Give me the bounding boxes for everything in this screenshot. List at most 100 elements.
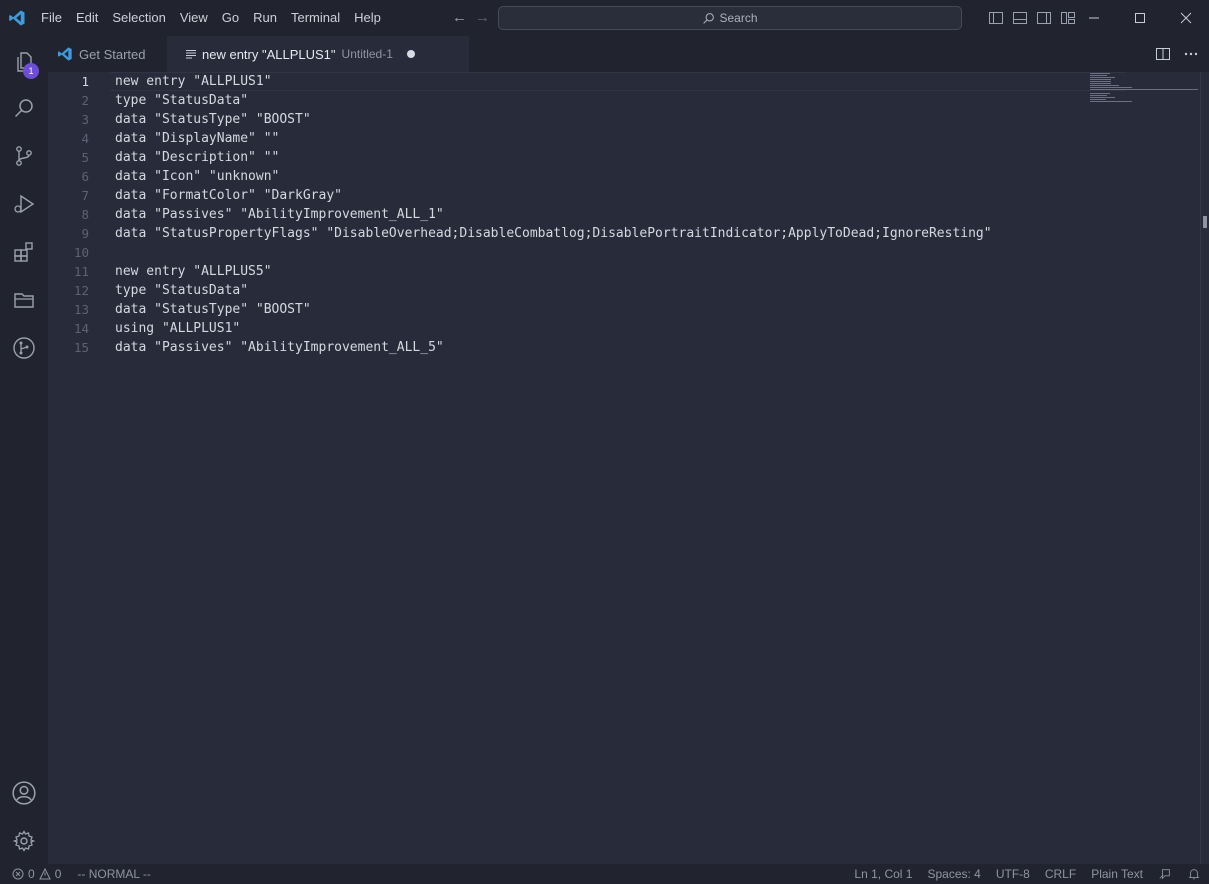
line-text[interactable]: data "Icon" "unknown" <box>115 167 279 186</box>
code-line[interactable]: 7 data "FormatColor" "DarkGray" <box>48 186 992 205</box>
end-of-line[interactable]: CRLF <box>1045 867 1076 881</box>
line-text[interactable]: type "StatusData" <box>115 91 248 110</box>
editor-actions <box>1155 46 1199 62</box>
line-number: 3 <box>81 112 89 127</box>
activity-bar: 1 <box>0 36 48 864</box>
line-text[interactable]: data "Description" "" <box>115 148 279 167</box>
line-text[interactable]: data "StatusType" "BOOST" <box>115 300 311 319</box>
toggle-primary-sidebar-icon[interactable] <box>988 10 1004 26</box>
maximize-button[interactable] <box>1117 0 1163 36</box>
line-number: 7 <box>81 188 89 203</box>
language-mode[interactable]: Plain Text <box>1091 867 1143 881</box>
line-number: 9 <box>81 226 89 241</box>
command-center-search[interactable]: Search <box>498 6 962 30</box>
line-text[interactable]: using "ALLPLUS1" <box>115 319 240 338</box>
line-number: 6 <box>81 169 89 184</box>
close-window-button[interactable] <box>1163 0 1209 36</box>
code-line[interactable]: 8 data "Passives" "AbilityImprovement_ALL… <box>48 205 992 224</box>
line-text[interactable]: data "StatusType" "BOOST" <box>115 110 311 129</box>
line-text[interactable]: new entry "ALLPLUS1" <box>115 72 272 91</box>
git-graph-button[interactable] <box>0 324 48 372</box>
line-text[interactable]: data "Passives" "AbilityImprovement_ALL_… <box>115 205 444 224</box>
code-line[interactable]: 4 data "DisplayName" "" <box>48 129 992 148</box>
encoding[interactable]: UTF-8 <box>996 867 1030 881</box>
menu-go[interactable]: Go <box>215 0 246 36</box>
line-text[interactable]: data "Passives" "AbilityImprovement_ALL_… <box>115 338 444 357</box>
feedback-icon[interactable] <box>1158 867 1172 881</box>
code-line[interactable]: 9 data "StatusPropertyFlags" "DisableOver… <box>48 224 992 243</box>
error-count[interactable]: 0 <box>28 867 35 881</box>
menu-edit[interactable]: Edit <box>69 0 105 36</box>
code-line[interactable]: 13 data "StatusType" "BOOST" <box>48 300 992 319</box>
line-text[interactable]: data "DisplayName" "" <box>115 129 279 148</box>
code-line[interactable]: 12 type "StatusData" <box>48 281 992 300</box>
minimap-line <box>1090 99 1106 100</box>
code-line[interactable]: 1 new entry "ALLPLUS1" <box>48 72 992 91</box>
code-line[interactable]: 6 data "Icon" "unknown" <box>48 167 992 186</box>
split-editor-icon[interactable] <box>1155 46 1171 62</box>
error-icon[interactable] <box>12 868 24 880</box>
line-number: 13 <box>73 302 89 317</box>
text-file-icon <box>186 50 196 59</box>
menu-view[interactable]: View <box>173 0 215 36</box>
minimize-button[interactable] <box>1071 0 1117 36</box>
line-number: 5 <box>81 150 89 165</box>
accounts-button[interactable] <box>0 769 48 817</box>
search-icon <box>14 99 33 118</box>
vertical-scrollbar[interactable] <box>1200 72 1209 864</box>
menu-file[interactable]: File <box>34 0 69 36</box>
toggle-secondary-sidebar-icon[interactable] <box>1036 10 1052 26</box>
line-number: 15 <box>73 340 89 355</box>
indentation[interactable]: Spaces: 4 <box>927 867 980 881</box>
warning-count[interactable]: 0 <box>55 867 62 881</box>
folder-view-button[interactable] <box>0 276 48 324</box>
search-view-button[interactable] <box>0 84 48 132</box>
tab-untitled-1[interactable]: new entry "ALLPLUS1" Untitled-1 <box>167 36 469 72</box>
navigation-arrows: ← → <box>452 10 490 26</box>
line-text[interactable]: new entry "ALLPLUS5" <box>115 262 272 281</box>
minimap-line <box>1090 81 1111 82</box>
notifications-bell-icon[interactable] <box>1187 867 1201 881</box>
menu-terminal[interactable]: Terminal <box>284 0 347 36</box>
arrow-left-icon[interactable]: ← <box>452 10 467 26</box>
menu-selection[interactable]: Selection <box>105 0 172 36</box>
minimap[interactable] <box>1088 72 1200 112</box>
layout-controls <box>988 10 1076 26</box>
minimap-line <box>1090 73 1110 74</box>
menu-help[interactable]: Help <box>347 0 388 36</box>
explorer-badge: 1 <box>23 63 39 79</box>
code-line[interactable]: 3 data "StatusType" "BOOST" <box>48 110 992 129</box>
manage-settings-button[interactable] <box>0 817 48 865</box>
text-editor[interactable]: 1 new entry "ALLPLUS1" 2 type "StatusData" 3… <box>48 72 1209 864</box>
line-number: 11 <box>73 264 89 279</box>
more-actions-icon[interactable] <box>1183 46 1199 62</box>
unsaved-dot-icon[interactable] <box>406 50 415 58</box>
code-line[interactable]: 5 data "Description" "" <box>48 148 992 167</box>
vscode-logo-icon[interactable] <box>8 9 26 27</box>
source-control-button[interactable] <box>0 132 48 180</box>
code-line[interactable]: 2 type "StatusData" <box>48 91 992 110</box>
cursor-position[interactable]: Ln 1, Col 1 <box>854 867 912 881</box>
warning-icon[interactable] <box>38 868 51 880</box>
explorer-button[interactable]: 1 <box>0 38 48 86</box>
code-line[interactable]: 11 new entry "ALLPLUS5" <box>48 262 992 281</box>
toggle-panel-icon[interactable] <box>1012 10 1028 26</box>
run-debug-button[interactable] <box>0 180 48 228</box>
menu-run[interactable]: Run <box>246 0 284 36</box>
code-line[interactable]: 10 <box>48 243 992 262</box>
line-text[interactable]: type "StatusData" <box>115 281 248 300</box>
scrollbar-thumb[interactable] <box>1203 216 1207 228</box>
extensions-button[interactable] <box>0 228 48 276</box>
code-line[interactable]: 15 data "Passives" "AbilityImprovement_AL… <box>48 338 992 357</box>
tab-get-started[interactable]: Get Started <box>48 36 167 72</box>
run-debug-icon <box>14 194 35 214</box>
arrow-right-icon[interactable]: → <box>475 10 490 26</box>
line-text[interactable]: data "FormatColor" "DarkGray" <box>115 186 342 205</box>
minimap-line <box>1090 77 1115 78</box>
line-number: 2 <box>81 93 89 108</box>
line-text[interactable]: data "StatusPropertyFlags" "DisableOverh… <box>115 224 992 243</box>
vim-mode: -- NORMAL -- <box>77 867 151 881</box>
minimap-line <box>1090 83 1111 84</box>
code-line[interactable]: 14 using "ALLPLUS1" <box>48 319 992 338</box>
status-bar: 0 0 -- NORMAL -- Ln 1, Col 1 Spaces: 4 U… <box>0 864 1209 884</box>
